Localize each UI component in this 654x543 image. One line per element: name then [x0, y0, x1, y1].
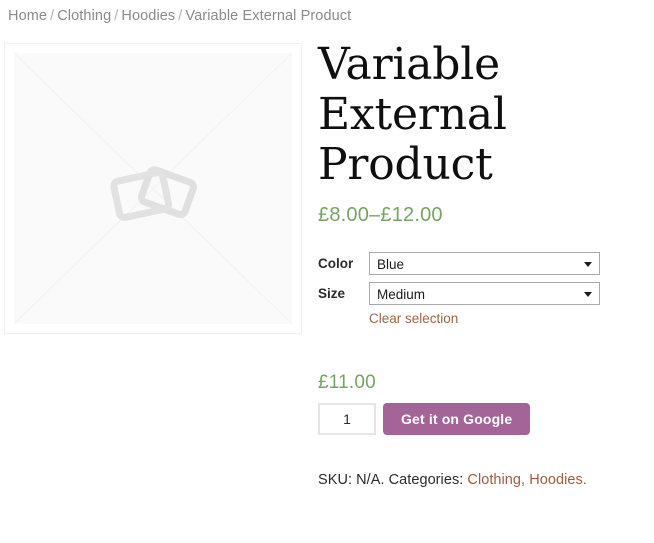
variations-form: Color Blue Size Medium Clear selection	[318, 248, 600, 338]
chevron-down-icon	[584, 261, 592, 267]
variation-row-reset: Clear selection	[318, 308, 600, 338]
product-meta: SKU: N/A. Categories: Clothing, Hoodies.	[318, 472, 648, 488]
categories-label: Categories:	[388, 472, 464, 488]
get-it-on-google-button[interactable]: Get it on Google	[383, 403, 531, 435]
photos-icon	[110, 166, 197, 221]
category-separator: ,	[521, 472, 526, 488]
category-link-hoodies[interactable]: Hoodies	[529, 472, 583, 488]
color-select-value: Blue	[377, 256, 405, 272]
product-gallery[interactable]	[4, 43, 302, 334]
variation-row-color: Color Blue	[318, 248, 600, 278]
color-select[interactable]: Blue	[369, 251, 600, 275]
page-title: Variable External Product	[318, 39, 507, 190]
product-summary: Variable External Product £8.00–£12.00 C…	[318, 40, 648, 488]
category-period: .	[582, 472, 587, 488]
add-to-cart-form: Get it on Google	[318, 403, 648, 435]
breadcrumb-separator: /	[114, 8, 119, 24]
breadcrumb-item-home[interactable]: Home	[8, 8, 47, 24]
clear-selection-link[interactable]: Clear selection	[369, 311, 458, 326]
variation-label-size: Size	[318, 285, 346, 301]
size-select[interactable]: Medium	[369, 281, 600, 305]
variation-price: £11.00	[318, 372, 376, 393]
product-price-range: £8.00–£12.00	[318, 204, 443, 226]
product-image-placeholder[interactable]	[4, 43, 302, 334]
breadcrumb-item-current: Variable External Product	[185, 8, 352, 24]
breadcrumb-separator: /	[50, 8, 55, 24]
sku-text: SKU: N/A.	[318, 472, 385, 488]
variation-row-size: Size Medium	[318, 278, 600, 308]
breadcrumb-item-hoodies[interactable]: Hoodies	[121, 8, 175, 24]
size-select-value: Medium	[377, 286, 426, 302]
quantity-input[interactable]	[318, 403, 376, 435]
breadcrumb: Home / Clothing / Hoodies / Variable External …	[8, 8, 351, 24]
chevron-down-icon	[584, 291, 592, 297]
breadcrumb-separator: /	[178, 8, 183, 24]
variation-label-color: Color	[318, 255, 354, 271]
breadcrumb-item-clothing[interactable]: Clothing	[57, 8, 111, 24]
category-link-clothing[interactable]: Clothing	[467, 472, 521, 488]
